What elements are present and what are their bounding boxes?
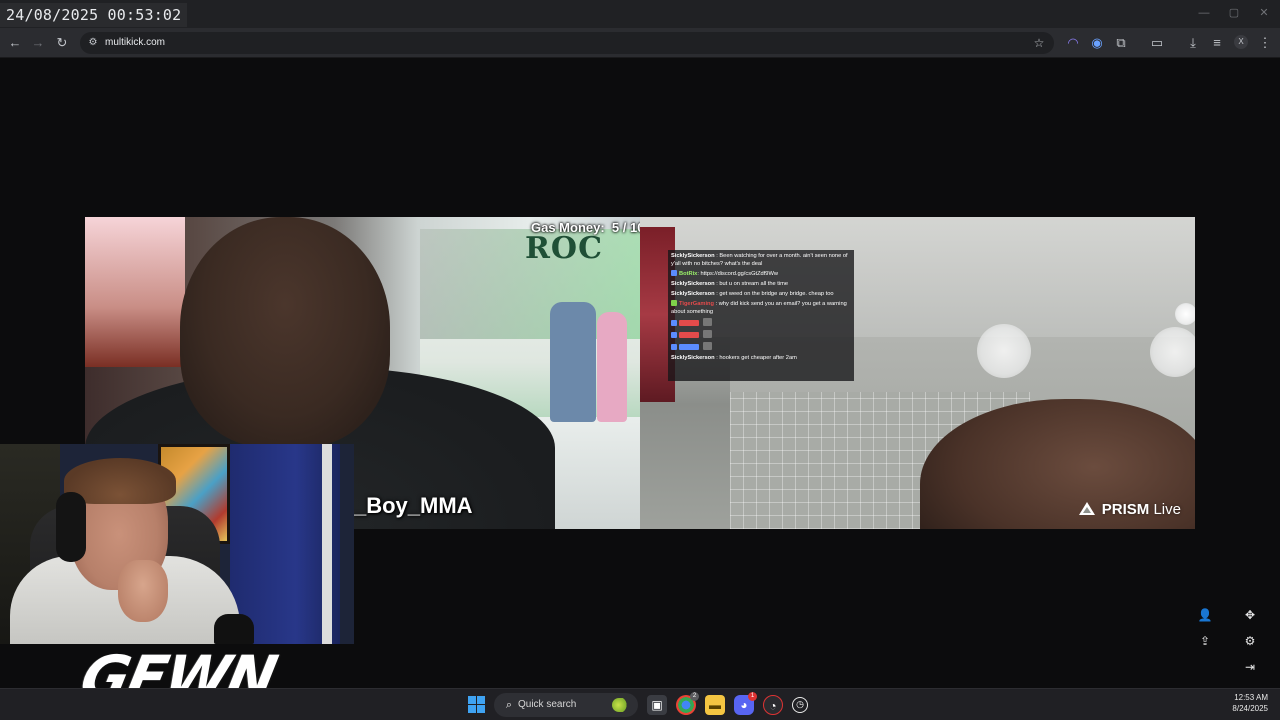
chat-message: SicklySickerson : hookers get cheaper af… [671,355,797,361]
maximize-button[interactable]: ▢ [1220,4,1248,22]
gas-money-counter: Gas Money: 5 / 10 [531,220,640,235]
pedestrian [597,312,627,422]
wall-light [1150,327,1195,377]
back-icon[interactable]: ← [6,34,24,52]
chat-badge-icon [671,270,677,276]
share-icon[interactable]: ⇪ [1196,632,1214,650]
menu-icon[interactable]: ⋮ [1256,34,1274,52]
windows-logo-icon [468,705,476,713]
chat-message-emote [671,330,851,340]
chat-username: SicklySickerson [671,253,715,259]
windows-logo-icon [477,696,485,704]
chat-text: hookers get cheaper after 2am [719,355,797,361]
extension-b-icon[interactable]: ◉ [1088,34,1106,52]
pedestrian [550,302,596,422]
headset-icon [56,492,86,562]
chat-username: SicklySickerson [671,291,715,297]
chat-username-blur [679,320,699,326]
chat-username: SicklySickerson [671,355,715,361]
webcam-overlay [0,444,354,644]
system-clock[interactable]: 12:53 AM 8/24/2025 [1232,692,1268,714]
wall-light [977,324,1031,378]
site-info-icon[interactable]: ⚙ [86,36,100,50]
chat-overlay: SicklySickerson : Been watching for over… [668,250,854,381]
store-sign: ROC [525,231,603,266]
start-button[interactable] [468,696,486,714]
hand [118,560,168,622]
close-button[interactable]: ✕ [1250,4,1278,22]
forward-icon[interactable]: → [29,34,47,52]
extension-a-icon[interactable]: ◠ [1064,34,1082,52]
screen: 24/08/2025 00:53:02 — ▢ ✕ ← → ↻ ⚙ multik… [0,0,1280,720]
chat-badge-icon [671,300,677,306]
chat-message: SicklySickerson : Been watching for over… [671,253,848,267]
streamer-name-overlay: _Boy_MMA [354,493,473,518]
sidebar-icon[interactable]: ▭ [1148,34,1166,52]
browser-toolbar: ← → ↻ ⚙ multikick.com ☆ ◠ ◉ ⧉ ▭ ⤓ ≡ ⋮ [0,28,1280,58]
chat-badge-icon [671,320,677,326]
add-user-icon[interactable]: 👤 [1196,606,1214,624]
windows-logo-icon [477,705,485,713]
file-explorer-icon[interactable]: ▬ [705,695,725,715]
background-shop [85,217,185,367]
discord-icon[interactable]: ◕ 1 [734,692,757,715]
move-icon[interactable]: ✥ [1241,606,1259,624]
emote-icon [702,330,712,338]
minimize-button[interactable]: — [1190,4,1218,22]
chat-badge-icon [671,332,677,338]
chat-badge-icon [671,344,677,350]
chat-message-emote [671,342,851,352]
settings-icon[interactable]: ⚙ [1241,632,1259,650]
chat-message: TigerGaming : why did kick send you an e… [671,300,847,315]
search-highlight-icon [612,698,630,712]
prism-brand: PRISM [1101,501,1150,518]
prism-logo-icon [1078,502,1095,515]
bookmark-star-icon[interactable]: ☆ [1030,34,1048,52]
address-bar[interactable]: ⚙ multikick.com ☆ [80,32,1054,54]
chrome-icon[interactable]: 2 [676,692,699,715]
microphone-icon [214,614,254,644]
chat-username: TigerGaming [679,301,714,307]
chat-username-blur [679,344,699,350]
extensions-puzzle-icon[interactable]: ⧉ [1112,34,1130,52]
search-icon: ⌕ [505,699,513,711]
app-icon[interactable]: ◔ [763,695,783,715]
browser-titlebar: 24/08/2025 00:53:02 — ▢ ✕ [0,0,1280,28]
clock-time: 12:53 AM [1234,693,1268,702]
emote-icon [702,342,712,350]
chat-message-emote [671,318,851,328]
chat-username-blur [679,332,699,338]
emote-icon [702,318,712,326]
chat-message: SicklySickerson : but u on stream all th… [671,281,788,287]
media-icon[interactable]: ≡ [1208,34,1226,52]
clock-app-icon[interactable]: ◷ [792,697,808,713]
download-icon[interactable]: ⤓ [1184,34,1202,52]
chat-text: but u on stream all the time [719,281,788,287]
chat-text: https://discord.gg/csGtZdf9Ww [700,271,778,277]
streamer-head [180,217,390,447]
chat-message: BotRix: https://discord.gg/csGtZdf9Ww [671,270,851,278]
prism-live-label: Live [1153,501,1181,518]
login-icon[interactable]: ⇥ [1241,658,1259,676]
prism-live-watermark: PRISM Live [1078,501,1181,518]
profile-avatar[interactable]: X [1234,35,1248,49]
discord-badge: 1 [748,692,757,701]
windows-taskbar: ⌕ Quick search ▣ 2 ▬ ◕ 1 ◔ ◷ 12:53 AM 8/2… [0,688,1280,720]
taskbar-search[interactable]: ⌕ Quick search [494,693,638,717]
datetime-overlay: 24/08/2025 00:53:02 [0,3,188,27]
chat-username: BotRix [679,271,698,277]
chat-text: get weed on the bridge any bridge. cheap… [719,291,834,297]
url-text[interactable]: multikick.com [105,32,165,54]
reload-icon[interactable]: ↻ [53,34,71,52]
task-view-icon[interactable]: ▣ [647,695,667,715]
chrome-badge: 2 [690,692,699,701]
ceiling-light [1175,303,1195,325]
clock-date: 8/24/2025 [1232,704,1268,713]
search-label: Quick search [518,699,577,710]
chat-username: SicklySickerson [671,281,715,287]
door-frame [322,444,332,644]
windows-logo-icon [468,696,476,704]
chat-message: SicklySickerson : get weed on the bridge… [671,291,834,297]
